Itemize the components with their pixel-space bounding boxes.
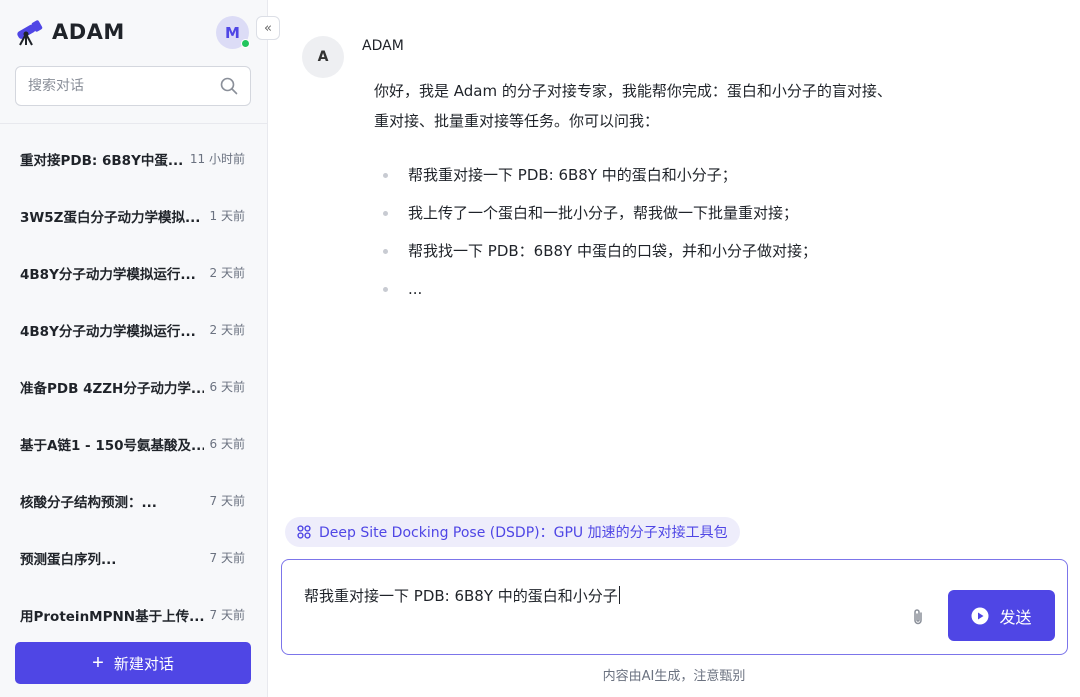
history-title: 4B8Y分子动力学模拟运行... [20,323,196,340]
message-input-text: 帮我重对接一下 PDB: 6B8Y 中的蛋白和小分子 [304,587,618,605]
history-item[interactable]: 基于A链1 - 150号氨基酸及... 6 天前 [0,415,267,472]
play-circle-icon [971,607,989,624]
history-time: 11 小时前 [189,152,245,166]
history-item[interactable]: 准备PDB 4ZZH分子动力学... 6 天前 [0,358,267,415]
user-avatar[interactable]: M [216,16,250,49]
avatar-initial: M [225,23,240,42]
send-button[interactable]: 发送 [948,590,1055,641]
bot-avatar: A [302,36,344,78]
message-input[interactable]: 帮我重对接一下 PDB: 6B8Y 中的蛋白和小分子 [304,585,620,606]
sidebar: ADAM M 重对接PDB: 6B8Y中蛋... 11 小时前 3W5Z蛋白分子动力… [0,0,268,697]
search-input[interactable] [28,78,220,94]
chat-main: A ADAM 你好，我是 Adam 的分子对接专家，我能帮你完成：蛋白和小分子的… [268,0,1080,697]
suggestion-item[interactable]: 帮我重对接一下 PDB: 6B8Y 中的蛋白和小分子； [374,156,974,194]
history-title: 用ProteinMPNN基于上传... [20,608,204,625]
history-title: 预测蛋白序列... [20,551,117,568]
paperclip-icon[interactable] [908,607,928,627]
double-chevron-left-icon: « [264,20,272,36]
history-time: 6 天前 [209,380,245,394]
history-item[interactable]: 预测蛋白序列... 7 天前 [0,529,267,586]
brand-name: ADAM [52,20,125,44]
new-chat-button[interactable]: + 新建对话 [15,642,251,684]
send-label: 发送 [999,609,1032,627]
suggestion-list: 帮我重对接一下 PDB: 6B8Y 中的蛋白和小分子； 我上传了一个蛋白和一批小… [374,156,974,308]
suggestion-item[interactable]: 我上传了一个蛋白和一批小分子，帮我做一下批量重对接； [374,194,974,232]
history-time: 7 天前 [209,494,245,508]
history-title: 基于A链1 - 150号氨基酸及... [20,437,204,454]
text-caret [618,586,620,604]
history-title: 4B8Y分子动力学模拟运行... [20,266,196,283]
history-time: 1 天前 [209,209,245,223]
message-intro-line-2: 重对接、批量重对接等任务。你可以问我： [374,112,660,130]
history-item[interactable]: 重对接PDB: 6B8Y中蛋... 11 小时前 [0,130,267,187]
tool-chip-label: Deep Site Docking Pose (DSDP)：GPU 加速的分子对… [319,525,728,541]
online-status-dot [241,39,250,48]
message-composer[interactable]: 帮我重对接一下 PDB: 6B8Y 中的蛋白和小分子 发送 [281,559,1068,655]
new-chat-label: 新建对话 [113,655,174,673]
message-intro-line-1: 你好，我是 Adam 的分子对接专家，我能帮你完成：蛋白和小分子的盲对接、 [374,82,892,100]
search-icon[interactable] [220,77,238,95]
suggestion-item: ... [374,270,974,308]
telescope-logo-icon [17,20,43,46]
history-time: 6 天前 [209,437,245,451]
history-item[interactable]: 3W5Z蛋白分子动力学模拟... 1 天前 [0,187,267,244]
history-item[interactable]: 核酸分子结构预测：... 7 天前 [0,472,267,529]
history-title: 3W5Z蛋白分子动力学模拟... [20,209,201,226]
sidebar-divider [0,123,267,124]
collapse-sidebar-button[interactable]: « [256,16,280,40]
conversation-history-list: 重对接PDB: 6B8Y中蛋... 11 小时前 3W5Z蛋白分子动力学模拟... 1… [0,130,267,625]
history-item[interactable]: 4B8Y分子动力学模拟运行... 2 天前 [0,244,267,301]
bot-message: 你好，我是 Adam 的分子对接专家，我能帮你完成：蛋白和小分子的盲对接、 重对… [374,76,974,308]
history-time: 7 天前 [209,551,245,565]
history-title: 核酸分子结构预测：... [20,494,157,511]
history-time: 2 天前 [209,266,245,280]
suggestion-item[interactable]: 帮我找一下 PDB：6B8Y 中蛋白的口袋，并和小分子做对接； [374,232,974,270]
brand[interactable]: ADAM [14,14,125,50]
search-box [15,66,251,106]
bot-name: ADAM [362,38,404,54]
history-time: 7 天前 [209,608,245,622]
grid-tools-icon [297,525,311,539]
ai-disclaimer: 内容由AI生成，注意甄别 [602,669,746,684]
tool-chip-dsdp[interactable]: Deep Site Docking Pose (DSDP)：GPU 加速的分子对… [285,517,740,547]
history-item[interactable]: 4B8Y分子动力学模拟运行... 2 天前 [0,301,267,358]
history-time: 2 天前 [209,323,245,337]
bot-avatar-initial: A [317,49,329,65]
history-title: 重对接PDB: 6B8Y中蛋... [20,152,184,169]
history-item[interactable]: 用ProteinMPNN基于上传... 7 天前 [0,586,267,625]
plus-icon: + [92,652,104,674]
history-title: 准备PDB 4ZZH分子动力学... [20,380,204,397]
